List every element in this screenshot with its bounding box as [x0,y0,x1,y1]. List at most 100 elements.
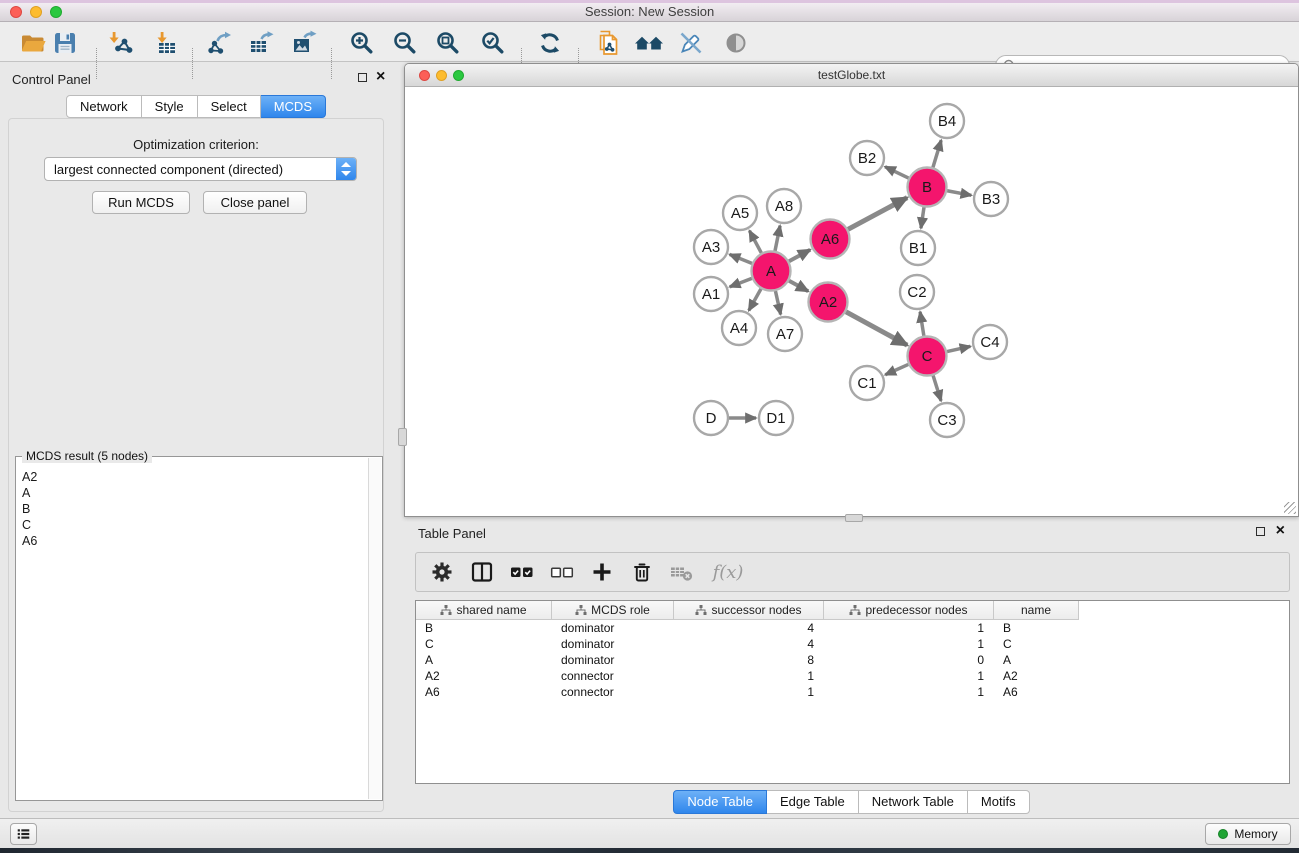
export-network-button[interactable] [204,29,234,57]
cell-successor-nodes[interactable]: 8 [674,653,824,667]
mcds-result-item[interactable]: A6 [17,533,368,549]
node-D1[interactable]: D1 [759,401,793,435]
edge-A-A2[interactable] [789,281,808,291]
save-session-button[interactable] [50,29,80,57]
tab-edge-table[interactable]: Edge Table [767,790,859,814]
column-header-shared-name[interactable]: shared name [416,601,552,620]
table-row[interactable]: Cdominator41C [416,636,1289,652]
cell-mcds-role[interactable]: dominator [552,637,674,651]
node-A8[interactable]: A8 [767,189,801,223]
optimization-criterion-select[interactable]: largest connected component (directed) [44,157,357,181]
edge-A-A3[interactable] [730,254,752,263]
cell-mcds-role[interactable]: dominator [552,621,674,635]
function-builder-button[interactable]: f(x) [708,558,748,586]
network-window-titlebar[interactable]: testGlobe.txt [405,64,1298,87]
cell-predecessor-nodes[interactable]: 1 [824,621,994,635]
node-A1[interactable]: A1 [694,277,728,311]
cell-mcds-role[interactable]: dominator [552,653,674,667]
tab-motifs[interactable]: Motifs [968,790,1030,814]
column-header-successor-nodes[interactable]: successor nodes [674,601,824,620]
node-A5[interactable]: A5 [723,196,757,230]
zoom-in-button[interactable] [347,29,377,57]
node-A4[interactable]: A4 [722,311,756,345]
node-A6[interactable]: A6 [811,220,850,259]
cell-shared-name[interactable]: A6 [416,685,552,699]
tab-style[interactable]: Style [142,95,198,118]
column-header-predecessor-nodes[interactable]: predecessor nodes [824,601,994,620]
cell-name[interactable]: B [994,621,1079,635]
memory-button[interactable]: Memory [1205,823,1291,845]
edge-B-B1[interactable] [921,207,924,228]
split-table-view-button[interactable] [468,558,496,586]
show-graphics-details-button[interactable] [721,29,751,57]
network-from-document-button[interactable] [594,29,624,57]
home-button[interactable] [633,29,663,57]
cell-successor-nodes[interactable]: 1 [674,669,824,683]
float-table-panel-icon[interactable] [1256,527,1265,536]
delete-columns-button[interactable] [628,558,656,586]
cell-mcds-role[interactable]: connector [552,669,674,683]
node-B3[interactable]: B3 [974,182,1008,216]
cell-successor-nodes[interactable]: 1 [674,685,824,699]
node-C2[interactable]: C2 [900,275,934,309]
edge-B-B4[interactable] [933,140,941,167]
edge-A-A7[interactable] [775,291,780,314]
cell-predecessor-nodes[interactable]: 1 [824,637,994,651]
cell-predecessor-nodes[interactable]: 1 [824,669,994,683]
run-mcds-button[interactable]: Run MCDS [92,191,190,214]
table-row[interactable]: Bdominator41B [416,620,1289,636]
node-A7[interactable]: A7 [768,317,802,351]
node-A2[interactable]: A2 [809,283,848,322]
close-panel-icon[interactable]: × [376,71,385,83]
add-column-button[interactable] [588,558,616,586]
export-table-button[interactable] [246,29,276,57]
table-row[interactable]: Adominator80A [416,652,1289,668]
node-B2[interactable]: B2 [850,141,884,175]
table-settings-button[interactable] [428,558,456,586]
edge-A-A4[interactable] [749,289,761,311]
delete-table-button[interactable] [668,558,696,586]
node-C4[interactable]: C4 [973,325,1007,359]
table-row[interactable]: A2connector11A2 [416,668,1289,684]
mcds-result-list[interactable]: A2ABCA6 [17,469,368,799]
cell-shared-name[interactable]: A [416,653,552,667]
window-resize-grip[interactable] [1284,502,1296,514]
edge-A2-C[interactable] [846,312,907,345]
node-D[interactable]: D [694,401,728,435]
node-B[interactable]: B [908,168,947,207]
edge-C-C2[interactable] [920,312,924,336]
cell-name[interactable]: A6 [994,685,1079,699]
select-all-rows-button[interactable] [508,558,536,586]
column-header-name[interactable]: name [994,601,1079,620]
network-canvas[interactable]: B4B2BB3A5A8A6A3AB1A1C2A2A4A7CC4C1C3DD1 [405,87,1298,516]
cell-name[interactable]: A2 [994,669,1079,683]
cell-predecessor-nodes[interactable]: 0 [824,653,994,667]
tab-network-table[interactable]: Network Table [859,790,968,814]
edge-B-B2[interactable] [885,167,909,178]
deselect-all-rows-button[interactable] [548,558,576,586]
export-image-button[interactable] [289,29,319,57]
node-A[interactable]: A [752,252,791,291]
float-panel-icon[interactable] [358,73,367,82]
import-table-button[interactable] [150,29,180,57]
hide-annotations-button[interactable] [676,29,706,57]
node-B1[interactable]: B1 [901,231,935,265]
column-header-mcds-role[interactable]: MCDS role [552,601,674,620]
mcds-result-item[interactable]: A2 [17,469,368,485]
cell-name[interactable]: C [994,637,1079,651]
edge-C-C3[interactable] [933,376,941,401]
close-table-panel-icon[interactable]: × [1276,525,1285,537]
edge-A6-B[interactable] [848,198,907,230]
zoom-selected-button[interactable] [478,29,508,57]
show-panels-button[interactable] [10,823,37,845]
edge-A-A1[interactable] [730,278,752,287]
node-C1[interactable]: C1 [850,366,884,400]
cell-mcds-role[interactable]: connector [552,685,674,699]
table-row[interactable]: A6connector11A6 [416,684,1289,700]
cell-predecessor-nodes[interactable]: 1 [824,685,994,699]
edge-C-C4[interactable] [947,346,970,351]
edge-A-A6[interactable] [789,250,810,261]
mcds-result-item[interactable]: B [17,501,368,517]
node-B4[interactable]: B4 [930,104,964,138]
tab-network[interactable]: Network [66,95,142,118]
